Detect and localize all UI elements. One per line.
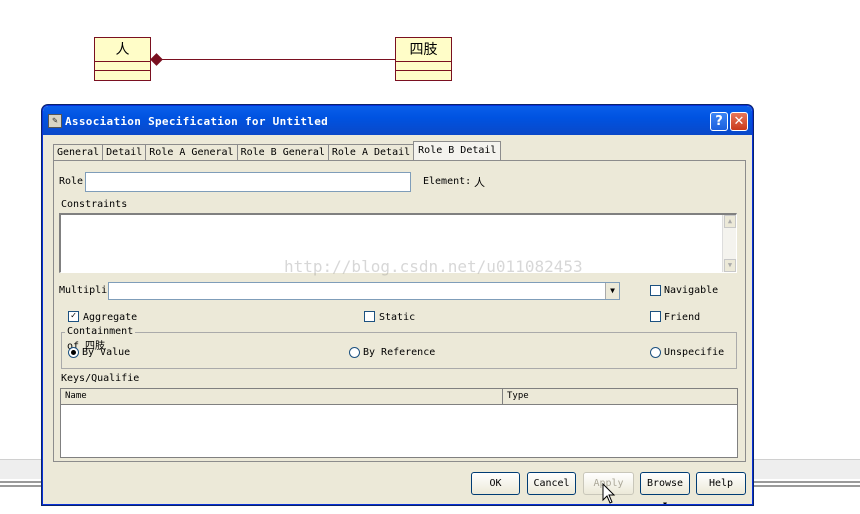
class-box-person[interactable]: 人: [94, 37, 151, 81]
class-attributes-section: [95, 62, 150, 71]
class-name: 四肢: [396, 38, 451, 62]
app-icon: ✎: [48, 114, 62, 128]
title-bar[interactable]: ✎ Association Specification for Untitled…: [43, 106, 752, 135]
help-button[interactable]: Help: [696, 472, 746, 495]
constraints-scrollbar[interactable]: ▲ ▼: [722, 215, 736, 272]
column-header-type[interactable]: Type: [503, 389, 737, 405]
by-value-label: By Value: [82, 347, 131, 358]
close-button[interactable]: ✕: [730, 112, 748, 131]
browse-button[interactable]: Browse ▾: [640, 472, 690, 504]
tab-role-b-general[interactable]: Role B General: [236, 144, 328, 161]
class-name: 人: [95, 38, 150, 62]
by-value-radio[interactable]: [68, 347, 79, 358]
aggregate-label: Aggregate: [83, 312, 138, 323]
mouse-cursor-icon: [602, 483, 616, 504]
scroll-up-icon[interactable]: ▲: [724, 215, 736, 228]
cancel-button[interactable]: Cancel: [527, 472, 576, 495]
ok-button[interactable]: OK: [471, 472, 520, 495]
tab-role-a-detail[interactable]: Role A Detail: [327, 144, 414, 161]
tab-general[interactable]: General: [53, 144, 103, 161]
class-operations-section: [95, 71, 150, 80]
aggregate-checkbox[interactable]: ✓: [68, 311, 79, 322]
unspecified-label: Unspecifie: [664, 347, 725, 358]
navigable-label: Navigable: [664, 285, 719, 296]
class-operations-section: [396, 71, 451, 80]
tab-detail[interactable]: Detail: [102, 144, 146, 161]
static-label: Static: [379, 312, 416, 323]
navigable-checkbox[interactable]: [650, 285, 661, 296]
element-value: 人: [474, 176, 485, 189]
column-header-name[interactable]: Name: [61, 389, 503, 405]
by-reference-radio[interactable]: [349, 347, 360, 358]
help-title-button[interactable]: ?: [710, 112, 728, 131]
unspecified-radio[interactable]: [650, 347, 661, 358]
static-checkbox[interactable]: [364, 311, 375, 322]
aggregation-diamond-icon[interactable]: [150, 53, 163, 66]
tab-role-b-detail[interactable]: Role B Detail: [413, 141, 502, 161]
scroll-down-icon[interactable]: ▼: [724, 259, 736, 272]
association-line[interactable]: [162, 59, 396, 60]
by-reference-label: By Reference: [363, 347, 436, 358]
watermark-text: http://blog.csdn.net/u011082453: [284, 257, 583, 276]
class-box-limbs[interactable]: 四肢: [395, 37, 452, 81]
constraints-label: Constraints: [61, 199, 128, 210]
keys-qualifiers-label: Keys/Qualifie: [61, 373, 140, 384]
keys-qualifiers-table[interactable]: Name Type: [60, 388, 738, 458]
role-input[interactable]: [85, 172, 411, 192]
element-label: Element:: [423, 176, 472, 187]
friend-checkbox[interactable]: [650, 311, 661, 322]
multiplicity-combobox[interactable]: ▼: [108, 282, 620, 300]
class-attributes-section: [396, 62, 451, 71]
association-specification-dialog: ✎ Association Specification for Untitled…: [42, 105, 753, 505]
multiplicity-label: Multiplic: [59, 285, 114, 296]
tab-role-a-general[interactable]: Role A General: [145, 144, 237, 161]
chevron-down-icon[interactable]: ▼: [605, 283, 619, 299]
dialog-title: Association Specification for Untitled: [65, 115, 329, 128]
tab-strip: General Detail Role A General Role B Genera…: [53, 141, 502, 161]
friend-label: Friend: [664, 312, 701, 323]
